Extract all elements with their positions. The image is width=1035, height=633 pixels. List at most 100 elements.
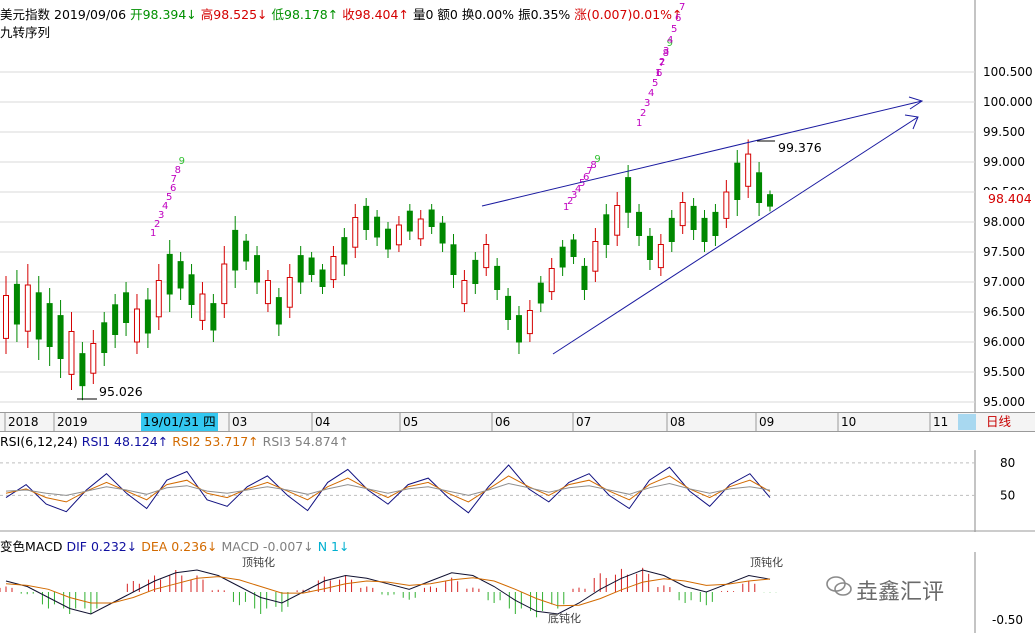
price-tick-label: 96.500: [983, 305, 1025, 319]
time-axis-label: 2018: [8, 415, 39, 429]
candle-body: [625, 177, 632, 213]
candle-body: [505, 295, 512, 320]
last-price-tag: 98.404: [988, 191, 1032, 206]
candle-body: [461, 280, 468, 305]
rsi-chart[interactable]: 50 80: [0, 450, 1035, 532]
td-sequence-number: 5: [671, 24, 677, 35]
candle-body: [690, 205, 697, 230]
rsi-lines: [5, 464, 771, 514]
td-sequence-number: 9: [594, 154, 600, 165]
candle-body: [395, 224, 402, 246]
candle-body: [537, 282, 544, 304]
td-sequence-number: 7: [679, 2, 685, 13]
macd-series-line: [5, 576, 771, 607]
time-axis-label: 05: [403, 415, 418, 429]
candle-body: [13, 283, 20, 325]
candle-body: [570, 239, 577, 257]
candle-body: [90, 343, 97, 374]
time-axis-label: 03: [232, 415, 247, 429]
rsi-tick-label: 50: [1000, 488, 1015, 502]
candle-body: [657, 244, 664, 269]
td-sequence-number: 3: [644, 98, 650, 109]
rsi3-value: RSI3 54.874↑: [262, 434, 350, 449]
macd-histogram: [0, 567, 777, 618]
td-sequence-number: 6: [675, 13, 681, 24]
candle-body: [745, 153, 752, 187]
candle-body: [254, 255, 261, 283]
candle-body: [112, 304, 119, 335]
candle-body: [374, 216, 381, 238]
rsi-series-line: [5, 482, 771, 496]
candle-body: [417, 218, 424, 240]
candle-body: [341, 237, 348, 265]
candle-body: [243, 240, 250, 262]
price-grid: [0, 71, 975, 403]
candle-body: [592, 241, 599, 272]
price-tick-label: 95.000: [983, 395, 1025, 409]
candle-body: [428, 209, 435, 227]
candle-body: [363, 205, 370, 230]
candle-body: [723, 191, 730, 219]
td-sequence-number: 1: [636, 118, 642, 129]
axis-scroll-thumb[interactable]: [958, 414, 976, 430]
time-axis[interactable]: 2018 2019 03 04 05 06 07 08 09 10 11 19/01/31 四 日线: [0, 412, 1035, 432]
time-axis-label: 06: [495, 415, 510, 429]
rsi-header: RSI(6,12,24) RSI1 48.124↑ RSI2 53.717↑ R…: [0, 434, 349, 449]
candle-body: [352, 217, 359, 248]
price-tick-label: 99.000: [983, 155, 1025, 169]
rsi2-value: RSI2 53.717↑: [172, 434, 259, 449]
candle-body: [559, 246, 566, 268]
candle-body: [614, 205, 621, 236]
candle-body: [439, 222, 446, 244]
time-axis-label: 11: [933, 415, 948, 429]
rsi1-value: RSI1 48.124↑: [81, 434, 169, 449]
price-tick-label: 95.500: [983, 365, 1025, 379]
candle-body: [79, 353, 86, 387]
candle-body: [188, 274, 195, 305]
price-tick-label: 96.000: [983, 335, 1025, 349]
time-axis-label: 04: [315, 415, 330, 429]
candle-body: [450, 244, 457, 276]
candle-body: [24, 284, 31, 332]
time-axis-label: 2019: [57, 415, 88, 429]
selected-date-marker: 19/01/31 四: [141, 413, 218, 431]
candle-body: [679, 202, 686, 227]
candle-body: [123, 292, 130, 323]
candle-body: [472, 259, 479, 284]
candle-body: [548, 268, 555, 293]
candle-body: [319, 269, 326, 287]
candle-body: [199, 293, 206, 321]
td-sequence-number: 5: [652, 78, 658, 89]
high-annotation: 99.376: [778, 140, 822, 155]
price-tick-label: 97.000: [983, 275, 1025, 289]
td-sequence-number: 4: [667, 35, 673, 46]
td-sequence-markers: 123456789123456789123456789123456789: [150, 0, 689, 239]
td-sequence-number: 2: [659, 57, 665, 68]
price-chart[interactable]: 95.000 95.500 96.000 96.500 97.000 97.500 98.0…: [0, 0, 1035, 412]
candle-body: [308, 257, 315, 275]
td-sequence-number: 2: [640, 108, 646, 119]
price-tick-label: 97.500: [983, 245, 1025, 259]
td-sequence-number: 9: [179, 156, 185, 167]
candle-body: [35, 292, 42, 340]
td-sequence-number: 1: [655, 68, 661, 79]
price-tick-label: 99.500: [983, 125, 1025, 139]
candle-body: [515, 315, 522, 343]
period-button[interactable]: 日线: [986, 413, 1011, 431]
candle-body: [636, 211, 643, 236]
candle-body: [734, 162, 741, 200]
candle-body: [767, 194, 773, 207]
candle-body: [133, 308, 140, 343]
candle-body: [385, 228, 391, 250]
candle-body: [701, 217, 708, 242]
top-divergence-label-1: 顶钝化: [242, 555, 275, 569]
watermark-text: 垚鑫汇评: [856, 580, 945, 605]
candle-body: [275, 297, 282, 325]
candle-body: [46, 303, 53, 348]
macd-tick-label: -0.50: [992, 613, 1023, 627]
candle-body: [177, 261, 184, 289]
candle-body: [581, 265, 588, 290]
price-tick-labels: 95.000 95.500 96.000 96.500 97.000 97.500 98.0…: [983, 65, 1033, 409]
candle-body: [68, 331, 75, 375]
candle-body: [101, 322, 108, 353]
